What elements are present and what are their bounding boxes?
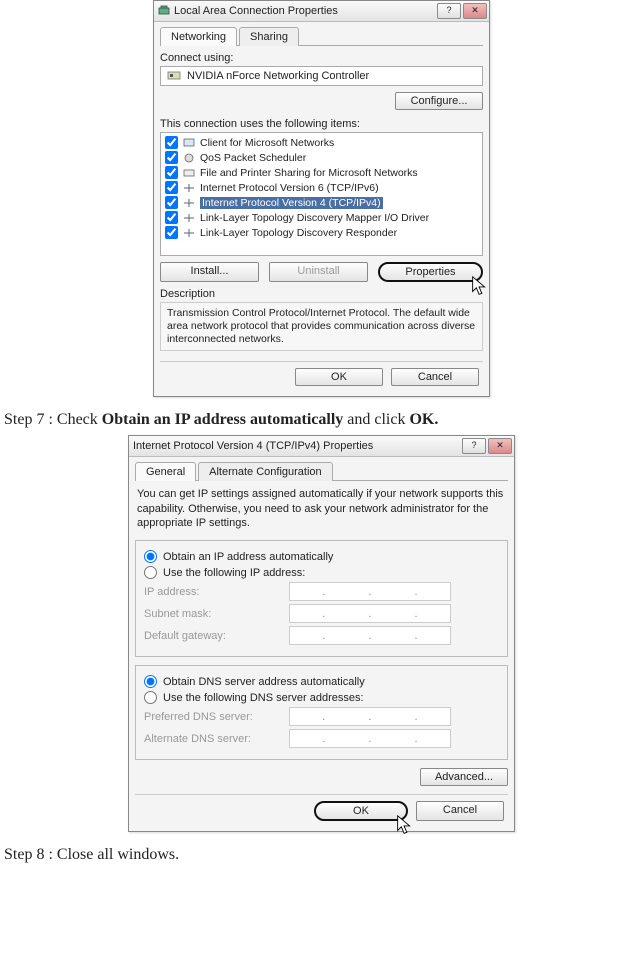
item-checkbox[interactable] [165,211,178,224]
items-label: This connection uses the following items… [160,118,483,130]
local-area-connection-properties-window: Local Area Connection Properties ? ✕ Net… [153,0,490,397]
alternate-dns-label: Alternate DNS server: [144,733,289,745]
fileprint-icon [182,167,196,179]
item-checkbox[interactable] [165,196,178,209]
step-7-bold-ok: OK. [409,411,438,428]
list-item[interactable]: Internet Protocol Version 4 (TCP/IPv4) [163,195,480,210]
protocol-icon [182,182,196,194]
item-label: File and Printer Sharing for Microsoft N… [200,167,418,179]
titlebar[interactable]: Local Area Connection Properties ? ✕ [154,1,489,22]
subnet-mask-field: ... [289,604,451,623]
radio-auto-ip-label: Obtain an IP address automatically [163,551,333,563]
configure-button[interactable]: Configure... [395,92,483,110]
step-8-text: Step 8 : Close all windows. [4,846,639,864]
step-7-prefix: Step 7 : Check [4,411,102,428]
item-label: QoS Packet Scheduler [200,152,306,164]
ok-button[interactable]: OK [295,368,383,386]
ipv4-properties-window: Internet Protocol Version 4 (TCP/IPv4) P… [128,435,515,832]
window-title: Internet Protocol Version 4 (TCP/IPv4) P… [133,440,458,452]
list-item[interactable]: Client for Microsoft Networks [163,135,480,150]
list-item[interactable]: QoS Packet Scheduler [163,150,480,165]
list-item[interactable]: Internet Protocol Version 6 (TCP/IPv6) [163,180,480,195]
description-label: Description [160,288,483,300]
close-button[interactable]: ✕ [488,438,512,454]
protocol-icon [182,197,196,209]
adapter-name: NVIDIA nForce Networking Controller [187,70,369,82]
radio-auto-dns[interactable] [144,675,157,688]
item-label: Client for Microsoft Networks [200,137,334,149]
item-checkbox[interactable] [165,136,178,149]
subnet-mask-label: Subnet mask: [144,608,289,620]
description-text: Transmission Control Protocol/Internet P… [160,302,483,351]
connection-items-list[interactable]: Client for Microsoft Networks QoS Packet… [160,132,483,256]
radio-manual-ip-label: Use the following IP address: [163,567,305,579]
properties-button[interactable]: Properties [378,262,483,282]
item-label: Link-Layer Topology Discovery Responder [200,227,397,239]
tab-alternate-configuration[interactable]: Alternate Configuration [198,462,333,481]
radio-auto-dns-label: Obtain DNS server address automatically [163,676,365,688]
qos-icon [182,152,196,164]
dns-settings-group: Obtain DNS server address automatically … [135,665,508,760]
ip-settings-group: Obtain an IP address automatically Use t… [135,540,508,657]
step-7-bold-ip: Obtain an IP address automatically [102,411,344,428]
nic-icon [167,70,181,82]
window-icon [158,5,170,17]
cancel-button[interactable]: Cancel [416,801,504,821]
adapter-field: NVIDIA nForce Networking Controller [160,66,483,86]
window-title: Local Area Connection Properties [174,5,433,17]
radio-manual-ip[interactable] [144,566,157,579]
radio-manual-dns[interactable] [144,691,157,704]
preferred-dns-label: Preferred DNS server: [144,711,289,723]
tabstrip: General Alternate Configuration [135,461,508,481]
item-checkbox[interactable] [165,166,178,179]
item-checkbox[interactable] [165,226,178,239]
protocol-icon [182,227,196,239]
list-item[interactable]: File and Printer Sharing for Microsoft N… [163,165,480,180]
tab-networking[interactable]: Networking [160,27,237,46]
help-button[interactable]: ? [462,438,486,454]
item-checkbox[interactable] [165,181,178,194]
tab-sharing[interactable]: Sharing [239,27,299,46]
step-7-text: Step 7 : Check Obtain an IP address auto… [4,411,639,429]
ok-button[interactable]: OK [314,801,408,821]
client-icon [182,137,196,149]
tabstrip: Networking Sharing [160,26,483,46]
list-item[interactable]: Link-Layer Topology Discovery Mapper I/O… [163,210,480,225]
step-7-mid: and click [343,411,409,428]
intro-text: You can get IP settings assigned automat… [137,487,506,530]
list-item[interactable]: Link-Layer Topology Discovery Responder [163,225,480,240]
advanced-button[interactable]: Advanced... [420,768,508,786]
help-button[interactable]: ? [437,3,461,19]
item-label: Internet Protocol Version 4 (TCP/IPv4) [200,197,383,209]
item-checkbox[interactable] [165,151,178,164]
default-gateway-field: ... [289,626,451,645]
radio-manual-dns-label: Use the following DNS server addresses: [163,692,364,704]
properties-button-label: Properties [405,266,455,278]
preferred-dns-field: ... [289,707,451,726]
protocol-icon [182,212,196,224]
tab-general[interactable]: General [135,462,196,481]
cancel-button[interactable]: Cancel [391,368,479,386]
ip-address-field: ... [289,582,451,601]
connect-using-label: Connect using: [160,52,483,64]
ip-address-label: IP address: [144,586,289,598]
ok-button-label: OK [353,805,369,817]
cursor-icon [394,813,416,837]
close-button[interactable]: ✕ [463,3,487,19]
default-gateway-label: Default gateway: [144,630,289,642]
item-label: Internet Protocol Version 6 (TCP/IPv6) [200,182,379,194]
item-label: Link-Layer Topology Discovery Mapper I/O… [200,212,429,224]
install-button[interactable]: Install... [160,262,259,282]
alternate-dns-field: ... [289,729,451,748]
uninstall-button[interactable]: Uninstall [269,262,368,282]
titlebar[interactable]: Internet Protocol Version 4 (TCP/IPv4) P… [129,436,514,457]
radio-auto-ip[interactable] [144,550,157,563]
cursor-icon [469,274,491,298]
